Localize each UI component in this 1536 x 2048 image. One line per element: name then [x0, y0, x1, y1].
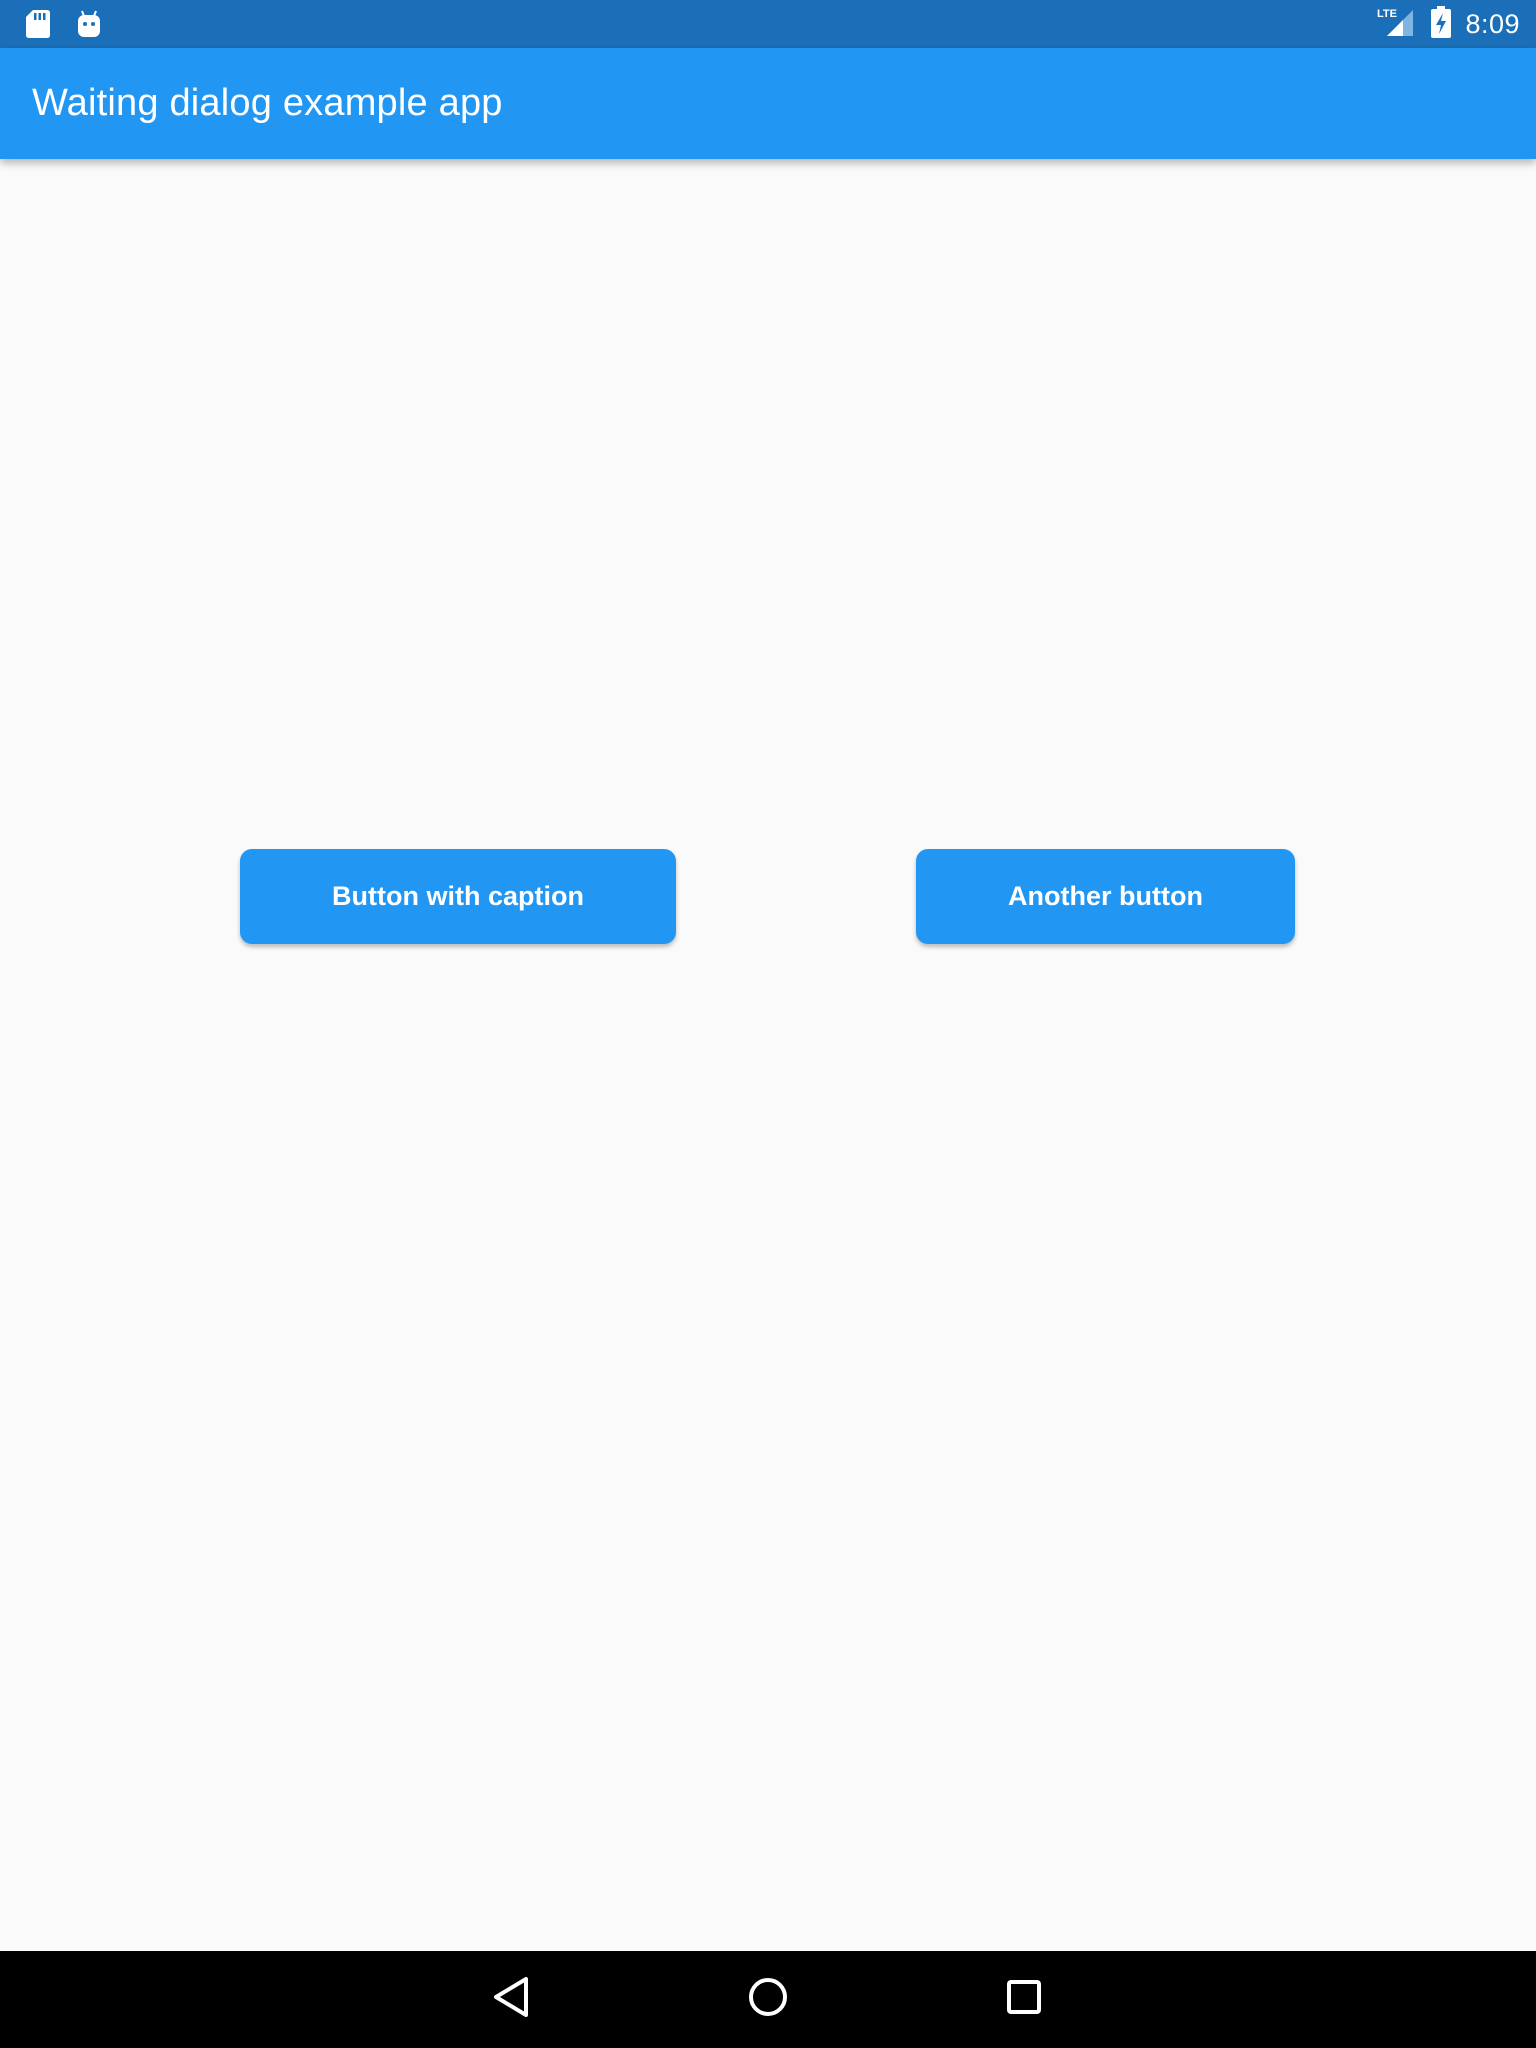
status-time: 8:09 [1465, 8, 1520, 39]
android-icon [76, 10, 102, 43]
home-icon [747, 1976, 789, 2023]
main-content [0, 159, 1536, 1951]
recents-icon [1006, 1979, 1042, 2020]
app-title: Waiting dialog example app [32, 82, 503, 124]
app-bar: Waiting dialog example app [0, 48, 1536, 159]
another-button[interactable]: Another button [916, 849, 1295, 944]
network-label: LTE [1377, 8, 1397, 20]
recents-button[interactable] [996, 1971, 1052, 2027]
navigation-bar [0, 1951, 1536, 2048]
status-bar: LTE 8:09 [0, 0, 1536, 48]
button-with-caption[interactable]: Button with caption [240, 849, 676, 944]
sd-card-icon [26, 10, 50, 43]
battery-charging-icon [1431, 5, 1452, 43]
lte-signal-icon: LTE [1377, 6, 1417, 43]
back-icon [492, 1975, 532, 2024]
back-button[interactable] [484, 1971, 540, 2027]
home-button[interactable] [740, 1971, 796, 2027]
